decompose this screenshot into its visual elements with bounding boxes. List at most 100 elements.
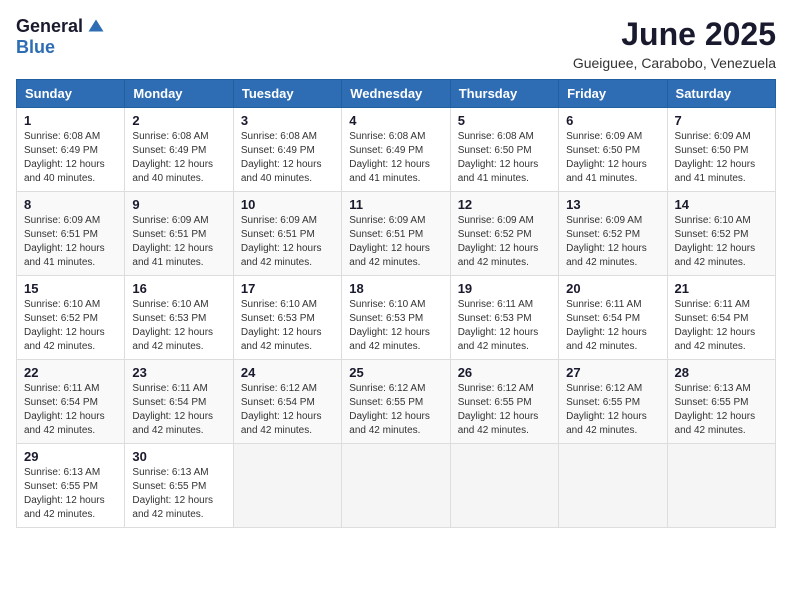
page-header: General Blue June 2025 Gueiguee, Carabob… [16, 16, 776, 71]
calendar-day-cell: 7 Sunrise: 6:09 AMSunset: 6:50 PMDaylight… [667, 108, 775, 192]
day-number: 28 [675, 365, 768, 380]
day-number: 11 [349, 197, 442, 212]
day-number: 24 [241, 365, 334, 380]
day-info: Sunrise: 6:10 AMSunset: 6:53 PMDaylight:… [132, 298, 225, 354]
day-number: 21 [675, 281, 768, 296]
day-number: 9 [132, 197, 225, 212]
day-info: Sunrise: 6:13 AMSunset: 6:55 PMDaylight:… [132, 466, 225, 522]
day-info: Sunrise: 6:08 AMSunset: 6:49 PMDaylight:… [24, 130, 117, 186]
calendar-day-cell [667, 444, 775, 528]
calendar-day-cell: 9 Sunrise: 6:09 AMSunset: 6:51 PMDaylight… [125, 192, 233, 276]
calendar-day-cell: 6 Sunrise: 6:09 AMSunset: 6:50 PMDaylight… [559, 108, 667, 192]
calendar-day-cell: 28 Sunrise: 6:13 AMSunset: 6:55 PMDayligh… [667, 360, 775, 444]
day-number: 18 [349, 281, 442, 296]
day-info: Sunrise: 6:13 AMSunset: 6:55 PMDaylight:… [24, 466, 117, 522]
calendar-day-cell: 19 Sunrise: 6:11 AMSunset: 6:53 PMDayligh… [450, 276, 558, 360]
calendar-week-row: 22 Sunrise: 6:11 AMSunset: 6:54 PMDayligh… [17, 360, 776, 444]
logo-icon [87, 18, 105, 36]
calendar-day-cell: 27 Sunrise: 6:12 AMSunset: 6:55 PMDayligh… [559, 360, 667, 444]
day-number: 29 [24, 449, 117, 464]
day-info: Sunrise: 6:09 AMSunset: 6:51 PMDaylight:… [24, 214, 117, 270]
day-info: Sunrise: 6:10 AMSunset: 6:53 PMDaylight:… [349, 298, 442, 354]
day-number: 22 [24, 365, 117, 380]
day-info: Sunrise: 6:11 AMSunset: 6:54 PMDaylight:… [566, 298, 659, 354]
calendar-day-header: Saturday [667, 80, 775, 108]
calendar-table: SundayMondayTuesdayWednesdayThursdayFrid… [16, 79, 776, 528]
day-info: Sunrise: 6:10 AMSunset: 6:53 PMDaylight:… [241, 298, 334, 354]
calendar-day-header: Tuesday [233, 80, 341, 108]
calendar-day-cell: 14 Sunrise: 6:10 AMSunset: 6:52 PMDayligh… [667, 192, 775, 276]
day-number: 16 [132, 281, 225, 296]
day-number: 14 [675, 197, 768, 212]
day-info: Sunrise: 6:09 AMSunset: 6:52 PMDaylight:… [458, 214, 551, 270]
day-number: 26 [458, 365, 551, 380]
day-info: Sunrise: 6:09 AMSunset: 6:51 PMDaylight:… [241, 214, 334, 270]
logo: General Blue [16, 16, 105, 58]
day-number: 1 [24, 113, 117, 128]
day-number: 7 [675, 113, 768, 128]
calendar-day-cell [233, 444, 341, 528]
day-number: 13 [566, 197, 659, 212]
day-info: Sunrise: 6:09 AMSunset: 6:50 PMDaylight:… [675, 130, 768, 186]
calendar-week-row: 1 Sunrise: 6:08 AMSunset: 6:49 PMDaylight… [17, 108, 776, 192]
calendar-day-cell: 18 Sunrise: 6:10 AMSunset: 6:53 PMDayligh… [342, 276, 450, 360]
calendar-day-cell: 20Sunrise: 6:11 AMSunset: 6:54 PMDayligh… [559, 276, 667, 360]
calendar-day-cell: 8Sunrise: 6:09 AMSunset: 6:51 PMDaylight… [17, 192, 125, 276]
calendar-day-cell: 5 Sunrise: 6:08 AMSunset: 6:50 PMDaylight… [450, 108, 558, 192]
calendar-day-header: Monday [125, 80, 233, 108]
calendar-day-cell: 1 Sunrise: 6:08 AMSunset: 6:49 PMDaylight… [17, 108, 125, 192]
calendar-day-cell [559, 444, 667, 528]
calendar-day-cell [342, 444, 450, 528]
calendar-day-cell: 22Sunrise: 6:11 AMSunset: 6:54 PMDayligh… [17, 360, 125, 444]
day-number: 12 [458, 197, 551, 212]
calendar-day-header: Sunday [17, 80, 125, 108]
calendar-day-cell: 29 Sunrise: 6:13 AMSunset: 6:55 PMDayligh… [17, 444, 125, 528]
day-info: Sunrise: 6:12 AMSunset: 6:55 PMDaylight:… [566, 382, 659, 438]
day-info: Sunrise: 6:10 AMSunset: 6:52 PMDaylight:… [24, 298, 117, 354]
day-info: Sunrise: 6:09 AMSunset: 6:50 PMDaylight:… [566, 130, 659, 186]
day-number: 3 [241, 113, 334, 128]
day-info: Sunrise: 6:13 AMSunset: 6:55 PMDaylight:… [675, 382, 768, 438]
day-info: Sunrise: 6:11 AMSunset: 6:53 PMDaylight:… [458, 298, 551, 354]
day-number: 2 [132, 113, 225, 128]
day-info: Sunrise: 6:10 AMSunset: 6:52 PMDaylight:… [675, 214, 768, 270]
calendar-day-cell: 24Sunrise: 6:12 AMSunset: 6:54 PMDayligh… [233, 360, 341, 444]
day-number: 23 [132, 365, 225, 380]
day-info: Sunrise: 6:11 AMSunset: 6:54 PMDaylight:… [132, 382, 225, 438]
logo-blue-text: Blue [16, 37, 55, 57]
title-section: June 2025 Gueiguee, Carabobo, Venezuela [573, 16, 776, 71]
day-info: Sunrise: 6:09 AMSunset: 6:51 PMDaylight:… [132, 214, 225, 270]
day-number: 5 [458, 113, 551, 128]
calendar-day-header: Wednesday [342, 80, 450, 108]
calendar-day-cell: 13 Sunrise: 6:09 AMSunset: 6:52 PMDayligh… [559, 192, 667, 276]
calendar-day-cell: 21 Sunrise: 6:11 AMSunset: 6:54 PMDayligh… [667, 276, 775, 360]
calendar-day-cell: 2Sunrise: 6:08 AMSunset: 6:49 PMDaylight… [125, 108, 233, 192]
calendar-day-cell: 17Sunrise: 6:10 AMSunset: 6:53 PMDayligh… [233, 276, 341, 360]
day-number: 10 [241, 197, 334, 212]
calendar-day-header: Friday [559, 80, 667, 108]
day-info: Sunrise: 6:11 AMSunset: 6:54 PMDaylight:… [675, 298, 768, 354]
location-text: Gueiguee, Carabobo, Venezuela [573, 55, 776, 71]
day-number: 6 [566, 113, 659, 128]
calendar-week-row: 15Sunrise: 6:10 AMSunset: 6:52 PMDayligh… [17, 276, 776, 360]
day-info: Sunrise: 6:12 AMSunset: 6:55 PMDaylight:… [458, 382, 551, 438]
day-info: Sunrise: 6:12 AMSunset: 6:55 PMDaylight:… [349, 382, 442, 438]
calendar-day-header: Thursday [450, 80, 558, 108]
month-title: June 2025 [573, 16, 776, 53]
calendar-day-cell: 16 Sunrise: 6:10 AMSunset: 6:53 PMDayligh… [125, 276, 233, 360]
calendar-day-cell: 12 Sunrise: 6:09 AMSunset: 6:52 PMDayligh… [450, 192, 558, 276]
calendar-day-cell [450, 444, 558, 528]
calendar-day-cell: 3 Sunrise: 6:08 AMSunset: 6:49 PMDaylight… [233, 108, 341, 192]
calendar-header-row: SundayMondayTuesdayWednesdayThursdayFrid… [17, 80, 776, 108]
calendar-day-cell: 23 Sunrise: 6:11 AMSunset: 6:54 PMDayligh… [125, 360, 233, 444]
day-number: 27 [566, 365, 659, 380]
logo-general-text: General [16, 16, 83, 37]
day-info: Sunrise: 6:08 AMSunset: 6:50 PMDaylight:… [458, 130, 551, 186]
day-info: Sunrise: 6:08 AMSunset: 6:49 PMDaylight:… [241, 130, 334, 186]
day-number: 19 [458, 281, 551, 296]
day-info: Sunrise: 6:09 AMSunset: 6:52 PMDaylight:… [566, 214, 659, 270]
calendar-week-row: 8Sunrise: 6:09 AMSunset: 6:51 PMDaylight… [17, 192, 776, 276]
calendar-day-cell: 25Sunrise: 6:12 AMSunset: 6:55 PMDayligh… [342, 360, 450, 444]
day-number: 30 [132, 449, 225, 464]
calendar-day-cell: 15Sunrise: 6:10 AMSunset: 6:52 PMDayligh… [17, 276, 125, 360]
